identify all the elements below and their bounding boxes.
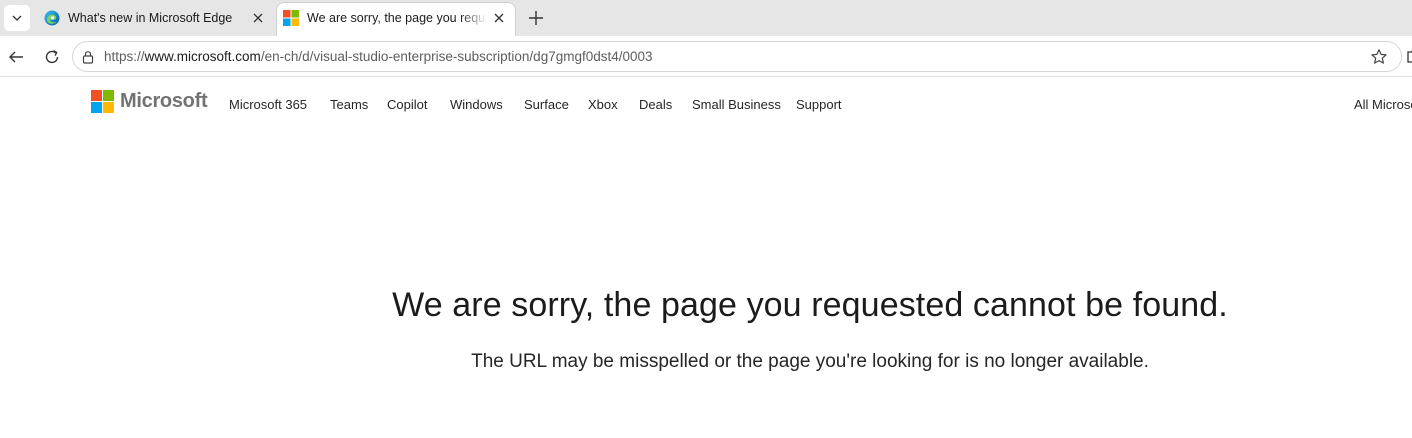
microsoft-logo-icon[interactable] [91,90,115,114]
nav-xbox[interactable]: Xbox [588,97,618,112]
nav-all-microsoft[interactable]: All Microsoft [1354,97,1412,112]
nav-deals[interactable]: Deals [639,97,672,112]
tab-strip: What's new in Microsoft Edge We are sorr… [0,0,1412,36]
site-header: Microsoft Microsoft 365 Teams Copilot Wi… [0,78,1412,132]
microsoft-logo-icon [283,10,299,26]
nav-support[interactable]: Support [796,97,842,112]
edge-icon [44,10,60,26]
address-bar[interactable]: https://www.microsoft.com/en-ch/d/visual… [72,41,1402,72]
refresh-icon[interactable] [38,43,66,71]
browser-toolbar: https://www.microsoft.com/en-ch/d/visual… [0,36,1412,77]
nav-surface[interactable]: Surface [524,97,569,112]
site-info-lock-icon[interactable] [81,50,95,64]
favorite-star-icon[interactable] [1370,48,1388,66]
error-title: We are sorry, the page you requested can… [392,286,1228,324]
tab-error-page[interactable]: We are sorry, the page you requested can… [276,2,516,36]
extensions-puzzle-icon[interactable] [1405,48,1412,64]
nav-windows[interactable]: Windows [450,97,503,112]
nav-small-business[interactable]: Small Business [692,97,781,112]
back-arrow-icon[interactable] [2,43,30,71]
tab-title: What's new in Microsoft Edge [68,11,233,25]
new-tab-plus-icon[interactable] [523,5,549,31]
brand-name[interactable]: Microsoft [120,90,208,113]
tab-close-icon[interactable] [491,10,507,26]
nav-teams[interactable]: Teams [330,97,368,112]
url-path: /en-ch/d/visual-studio-enterprise-subscr… [260,49,653,64]
tab-close-icon[interactable] [250,10,266,26]
error-message: The URL may be misspelled or the page yo… [471,351,1149,372]
tab-title: We are sorry, the page you requested can… [307,11,487,25]
tab-actions-chevron-down-icon[interactable] [4,5,30,31]
url-prefix: https:// [104,49,145,64]
url-host: www.microsoft.com [144,49,261,64]
nav-microsoft-365[interactable]: Microsoft 365 [229,97,307,112]
nav-copilot[interactable]: Copilot [387,97,427,112]
tab-whats-new[interactable]: What's new in Microsoft Edge [36,2,274,36]
url-text[interactable]: https://www.microsoft.com/en-ch/d/visual… [104,49,653,64]
